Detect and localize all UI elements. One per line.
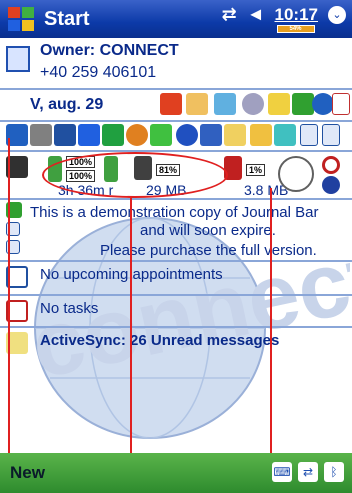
games-icon[interactable] <box>274 124 296 146</box>
divider <box>0 88 352 90</box>
new-button[interactable]: New <box>10 463 45 483</box>
windows-flag-icon[interactable] <box>6 4 36 34</box>
file-explorer-icon[interactable] <box>54 124 76 146</box>
today-screen: connect Owner: CONNECT +40 259 406101 V,… <box>0 38 352 453</box>
excel-icon[interactable] <box>102 124 124 146</box>
demo-notice-line1: This is a demonstration copy of Journal … <box>30 204 319 221</box>
owner-phone[interactable]: +40 259 406101 <box>40 64 156 82</box>
clock[interactable]: 10:17 54% <box>274 4 318 33</box>
chevron-down-icon[interactable]: ⌄ <box>328 5 346 24</box>
home-icon[interactable] <box>292 93 314 115</box>
power-icon[interactable] <box>160 93 182 115</box>
volume-icon[interactable]: ◄ <box>247 4 265 25</box>
divider <box>0 150 352 152</box>
alarm-icon[interactable] <box>268 93 290 115</box>
owner-name[interactable]: Owner: CONNECT <box>40 42 179 60</box>
divider <box>0 260 352 262</box>
divider <box>0 120 352 122</box>
owner-card-icon[interactable] <box>6 46 30 72</box>
folders-icon[interactable] <box>186 93 208 115</box>
media-player-icon[interactable] <box>126 124 148 146</box>
settings-gear-icon[interactable] <box>242 93 264 115</box>
highlight-ellipse <box>42 152 228 198</box>
clock-time: 10:17 <box>274 4 318 24</box>
dropdown-icon[interactable] <box>300 124 318 146</box>
connection-icon[interactable]: ⇄ <box>298 462 318 482</box>
help-icon[interactable] <box>322 176 340 194</box>
callout-line <box>130 198 132 453</box>
activesync-text[interactable]: ActiveSync: 26 Unread messages <box>40 332 279 349</box>
contacts-icon[interactable] <box>250 124 272 146</box>
storage-pct: 1% <box>246 164 266 176</box>
battery-indicator: 54% <box>276 24 315 33</box>
demo-notice-line2: and will soon expire. <box>140 222 276 239</box>
word-icon[interactable] <box>78 124 100 146</box>
bluetooth-icon[interactable] <box>176 124 198 146</box>
notes-icon[interactable] <box>224 124 246 146</box>
divider <box>0 294 352 296</box>
bluetooth-icon[interactable]: ᛒ <box>324 462 344 482</box>
start-menu-title[interactable]: Start <box>44 8 90 31</box>
bottom-menu-bar: New ⌨ ⇄ ᛒ <box>0 453 352 493</box>
tasks-text[interactable]: No tasks <box>40 300 98 317</box>
keyboard-icon[interactable]: ⌨ <box>272 462 292 482</box>
wireless-icon[interactable] <box>214 93 236 115</box>
scroll-up-icon[interactable] <box>322 124 340 146</box>
callout-line <box>270 188 272 453</box>
calculator-icon[interactable] <box>30 124 52 146</box>
target-icon[interactable] <box>322 156 340 174</box>
divider <box>0 326 352 328</box>
chart-icon[interactable] <box>332 93 350 115</box>
callout-line <box>8 138 10 453</box>
demo-notice-line3: Please purchase the full version. <box>100 242 317 259</box>
globe-icon[interactable] <box>312 93 334 115</box>
clock-face-icon[interactable] <box>278 156 314 192</box>
pocket-ie-icon[interactable] <box>200 124 222 146</box>
network-icon[interactable] <box>150 124 172 146</box>
divider <box>0 198 352 200</box>
sync-icon[interactable]: ⇄ <box>222 4 237 25</box>
title-bar: Start ⇄ ◄ 10:17 54% ⌄ <box>0 0 352 38</box>
date-label[interactable]: V, aug. 29 <box>30 96 103 114</box>
